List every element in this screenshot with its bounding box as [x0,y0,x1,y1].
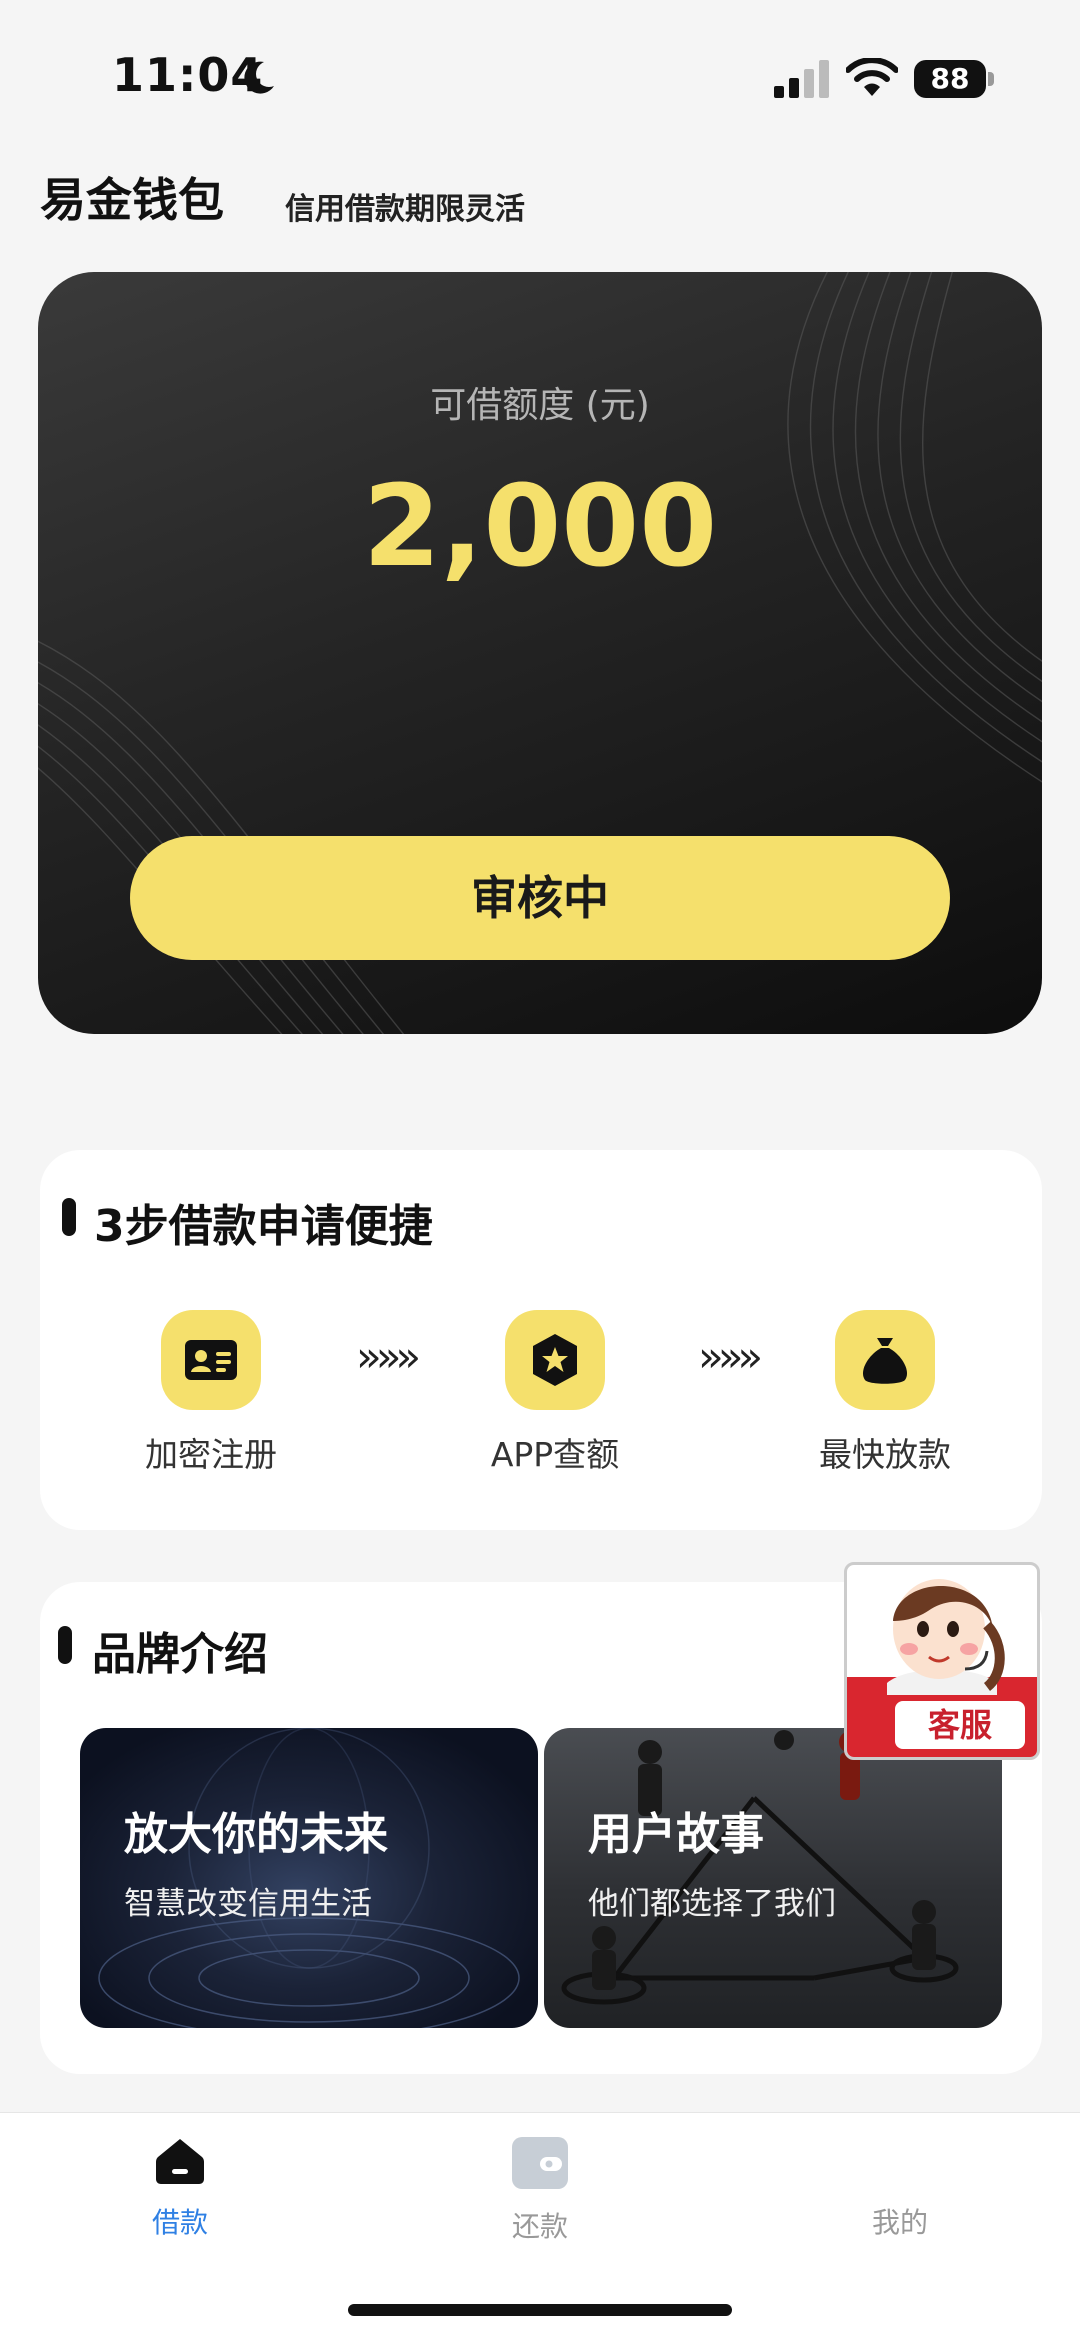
steps-title: 3步借款申请便捷 [94,1201,433,1252]
tab-label: 我的 [871,2206,928,2239]
brand-tile-subtitle: 他们都选择了我们 [588,1886,836,1922]
home-indicator [348,2304,732,2316]
brand-tile-user-stories[interactable]: 用户故事 他们都选择了我们 [544,1728,1002,2028]
section-marker [62,1198,76,1236]
brand-title: 品牌介绍 [92,1629,268,1680]
step-arrow: »»» [356,1332,421,1381]
credit-limit-card: 可借额度 (元) 2,000 审核中 [38,272,1042,1034]
app-title: 易金钱包 [40,173,224,227]
status-bar: 11:04 88 [0,0,1080,150]
credit-limit-amount: 2,000 [362,462,718,592]
brand-tile-subtitle: 智慧改变信用生活 [124,1886,372,1922]
review-status-button[interactable]: 审核中 [130,836,950,960]
tab-mine[interactable]: 我的 [800,2135,1000,2241]
signal-icon [774,60,829,98]
step-item-fast-loan[interactable]: 最快放款 [785,1310,985,1476]
battery-tip [988,72,994,86]
id-card-icon [161,1310,261,1410]
loan-steps-card: 3步借款申请便捷 加密注册 »»» APP查额 »»» 最快放款 [40,1150,1042,1530]
brand-tile-title: 用户故事 [588,1809,764,1860]
profile-icon [800,2135,1000,2191]
moon-icon [244,61,274,94]
wifi-icon [846,58,898,96]
home-icon [156,2139,204,2184]
tab-borrow[interactable]: 借款 [80,2135,280,2241]
tab-repay[interactable]: 还款 [440,2135,640,2245]
credit-limit-label: 可借额度 (元) [430,385,650,426]
battery-indicator: 88 [914,60,986,98]
step-arrow: »»» [698,1332,763,1381]
brand-tile-future[interactable]: 放大你的未来 智慧改变信用生活 [80,1728,538,2028]
tab-label: 还款 [511,2210,568,2243]
step-item-check-limit[interactable]: APP查额 [455,1310,655,1476]
customer-service-label: 客服 [895,1701,1025,1749]
step-label: 最快放款 [819,1435,951,1474]
tab-label: 借款 [151,2206,208,2239]
wallet-icon [512,2137,568,2189]
section-marker [58,1626,72,1664]
step-label: 加密注册 [145,1435,277,1474]
money-bag-icon [835,1310,935,1410]
star-badge-icon [505,1310,605,1410]
brand-tile-title: 放大你的未来 [124,1809,388,1860]
app-slogan: 信用借款期限灵活 [285,192,525,227]
customer-service-button[interactable]: 客服 [844,1562,1040,1760]
step-label: APP查额 [490,1435,620,1474]
step-item-register[interactable]: 加密注册 [111,1310,311,1476]
